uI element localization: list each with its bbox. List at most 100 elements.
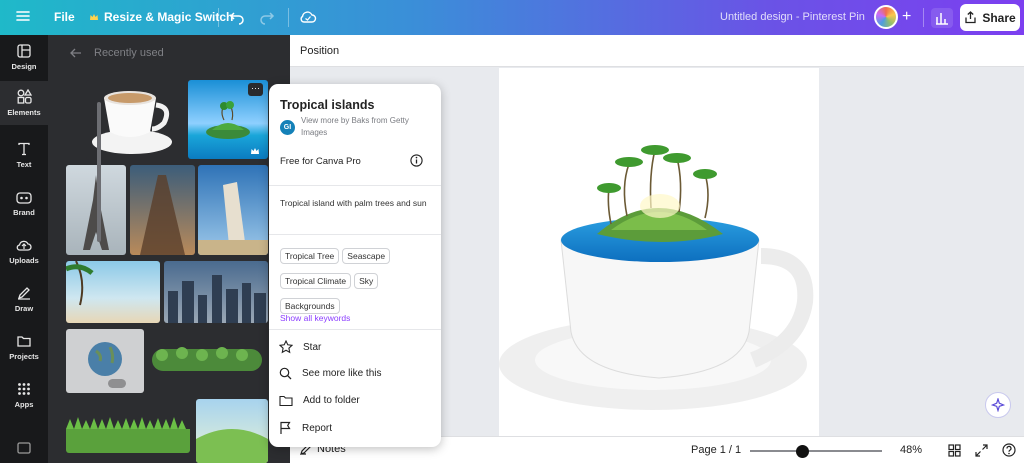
rail-item-brand[interactable]: Brand <box>0 181 48 225</box>
see-more-like-this-action[interactable]: See more like this <box>279 367 381 380</box>
context-toolbar: Position <box>290 35 1024 67</box>
keyword-chip[interactable]: Tropical Climate <box>280 273 352 289</box>
panel-scrollbar[interactable] <box>97 102 101 242</box>
add-collaborator-button[interactable]: + <box>902 8 911 26</box>
undo-icon <box>229 12 244 25</box>
globe-thumbnail[interactable] <box>66 329 144 393</box>
eiffel-closeup-thumbnail[interactable] <box>130 165 195 255</box>
image-icon <box>17 442 31 454</box>
zoom-level[interactable]: 48% <box>900 444 922 456</box>
draw-icon <box>17 286 30 300</box>
show-all-keywords-link[interactable]: Show all keywords <box>280 313 350 323</box>
rail-label: Text <box>16 159 32 169</box>
rail-item-text[interactable]: Text <box>0 133 48 177</box>
text-icon <box>18 142 30 155</box>
divider <box>288 8 289 27</box>
rail-item-projects[interactable]: Projects <box>0 325 48 369</box>
help-icon <box>1002 443 1016 457</box>
magic-assistant-button[interactable] <box>985 392 1011 418</box>
add-to-folder-action[interactable]: Add to folder <box>279 394 360 407</box>
divider <box>218 8 219 27</box>
elements-icon <box>17 89 32 104</box>
uploads-icon <box>16 240 32 251</box>
folder-icon <box>279 395 293 407</box>
popup-title: Tropical islands <box>280 98 375 112</box>
eiffel-tower-thumbnail[interactable] <box>66 165 126 255</box>
design-icon <box>17 43 31 58</box>
position-button[interactable]: Position <box>300 45 339 57</box>
keyword-chip[interactable]: Tropical Tree <box>280 248 340 264</box>
zoom-slider[interactable] <box>750 450 882 452</box>
beach-image <box>66 261 94 306</box>
keyword-chip[interactable]: Seascape <box>342 248 391 264</box>
help-button[interactable] <box>1002 443 1016 460</box>
star-icon <box>279 340 293 354</box>
cloud-save-button[interactable] <box>299 9 317 25</box>
panel-header: Recently used <box>70 47 164 59</box>
rail-item-draw[interactable]: Draw <box>0 277 48 321</box>
redo-button[interactable] <box>259 9 275 25</box>
share-button[interactable]: Share <box>960 4 1020 31</box>
undo-button[interactable] <box>229 9 245 25</box>
report-label: Report <box>302 422 333 434</box>
coffee-cup-thumbnail[interactable] <box>86 80 186 160</box>
rail-label: Apps <box>14 399 34 409</box>
insights-button[interactable] <box>931 8 953 28</box>
rail-label: Projects <box>9 351 39 361</box>
fullscreen-button[interactable] <box>975 444 988 460</box>
teacup-island-image[interactable] <box>499 68 819 440</box>
city-skyline-image <box>168 275 266 323</box>
info-icon <box>410 154 423 167</box>
share-icon <box>965 11 976 24</box>
creator-link[interactable]: View more by Baks from Getty Images <box>301 115 429 139</box>
report-action[interactable]: Report <box>279 421 332 435</box>
resize-label: Resize & Magic Switch <box>104 10 234 24</box>
hamburger-menu-button[interactable] <box>16 9 30 23</box>
city-skyline-thumbnail[interactable] <box>164 261 268 323</box>
beach-thumbnail[interactable] <box>66 261 160 323</box>
zoom-slider-handle[interactable] <box>796 445 809 458</box>
rail-item-apps[interactable]: Apps <box>0 373 48 417</box>
globe-image <box>88 342 122 376</box>
divider <box>923 8 924 27</box>
grid-icon <box>948 444 961 457</box>
divider <box>269 185 441 186</box>
leaning-tower-image <box>198 182 268 255</box>
rail-item-design[interactable]: Design <box>0 35 48 79</box>
bar-chart-icon <box>936 13 948 25</box>
grid-view-button[interactable] <box>948 444 961 460</box>
rail-item-uploads[interactable]: Uploads <box>0 229 48 273</box>
rail-item-photos[interactable] <box>0 433 48 463</box>
see-more-label: See more like this <box>302 368 382 379</box>
flag-icon <box>280 421 291 434</box>
file-menu[interactable]: File <box>54 10 75 24</box>
side-rail: Design Elements Text Brand Uploads Draw … <box>0 35 48 463</box>
avatar[interactable] <box>874 5 898 29</box>
rail-label: Elements <box>7 108 41 117</box>
video-badge <box>108 379 126 388</box>
keyword-chips: Tropical Tree Seascape Tropical Climate Sk… <box>280 246 436 321</box>
star-action[interactable]: Star <box>279 340 321 354</box>
divider <box>269 234 441 235</box>
resize-magic-switch-button[interactable]: Resize & Magic Switch <box>89 10 233 24</box>
eiffel-closeup-image <box>140 175 185 255</box>
back-arrow-icon[interactable] <box>70 48 82 58</box>
keyword-chip[interactable]: Backgrounds <box>280 298 340 314</box>
grass-thumbnail[interactable] <box>66 413 190 453</box>
more-options-button[interactable]: ··· <box>248 83 263 96</box>
rail-item-elements[interactable]: Elements <box>0 81 48 125</box>
design-page[interactable] <box>499 68 819 440</box>
tropical-island-thumbnail[interactable]: ··· <box>188 80 268 159</box>
leaning-tower-thumbnail[interactable] <box>198 165 268 255</box>
image-description: Tropical island with palm trees and sun <box>280 198 427 208</box>
license-info-button[interactable] <box>410 154 423 172</box>
hamburger-icon <box>16 11 30 21</box>
rail-label: Uploads <box>9 255 39 265</box>
hedge-image <box>152 347 262 371</box>
meadow-thumbnail[interactable] <box>196 399 268 463</box>
rail-label: Brand <box>13 207 35 217</box>
document-title[interactable]: Untitled design - Pinterest Pin <box>720 11 865 23</box>
page-indicator[interactable]: Page 1 / 1 <box>691 444 741 456</box>
keyword-chip[interactable]: Sky <box>354 273 379 289</box>
hedge-thumbnail[interactable] <box>148 335 268 385</box>
